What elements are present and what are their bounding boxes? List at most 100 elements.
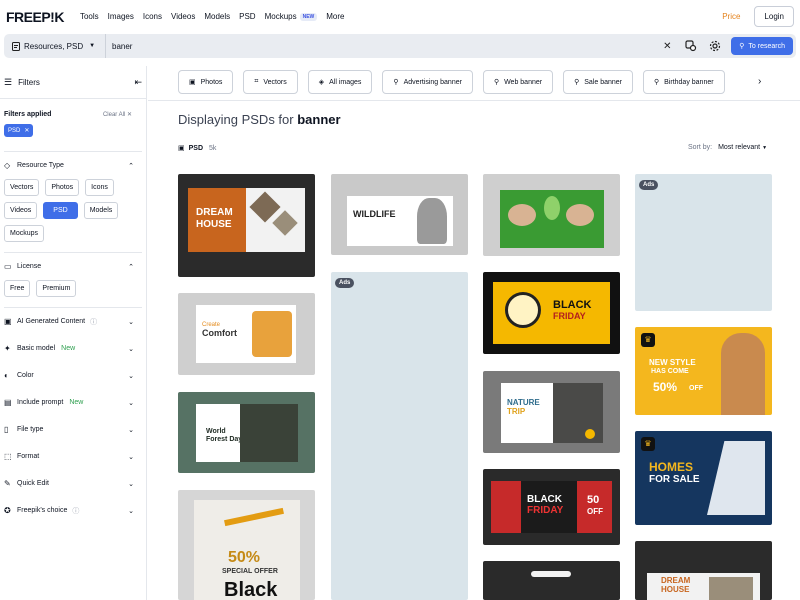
hand-left [508,204,536,226]
login-button[interactable]: Login [754,6,794,27]
research-button[interactable]: ⚲ To research [731,37,793,55]
caret-down-icon: ▼ [762,145,768,151]
option-vectors[interactable]: Vectors [4,179,40,196]
chevron-down-icon: ⌄ [128,399,134,407]
color-section[interactable]: ◐ Color ⌄ [0,362,146,389]
file-type-header[interactable]: ▯ File type ⌄ [4,416,142,443]
freepik-logo[interactable]: FREEP!K [6,9,64,25]
option-photos[interactable]: Photos [45,179,80,196]
option-premium[interactable]: Premium [36,280,77,297]
info-icon[interactable]: ⓘ [72,506,79,516]
include-prompt-section[interactable]: ▤ Include prompt New ⌄ [0,389,146,416]
resource-type-header[interactable]: ◇ Resource Type ⌃ [4,152,142,179]
clear-icon[interactable]: ✕ [659,38,675,54]
filters-title: Filters [18,77,40,87]
settings-icon[interactable] [707,38,723,54]
dream-text: DREAM [661,576,691,585]
result-card-dream-house[interactable]: DREAM HOUSE [178,174,315,277]
nav-mockups[interactable]: Mockups NEW [265,12,318,21]
ai-content-header[interactable]: ▣ AI Generated Content ⓘ ⌄ [4,308,142,335]
sort-label: Sort by: [688,144,713,151]
option-icons[interactable]: Icons [85,179,114,196]
result-card-black-friday-2[interactable]: BLACK FRIDAY 50 OFF [483,469,620,545]
option-videos[interactable]: Videos [4,202,38,219]
option-mockups[interactable]: Mockups [4,225,45,242]
nav-icons[interactable]: Icons [143,12,162,21]
result-card-special-offer[interactable]: 50% SPECIAL OFFER Black [178,490,315,600]
result-card-wildlife[interactable]: WILDLIFE [331,174,468,255]
include-prompt-header[interactable]: ▤ Include prompt New ⌄ [4,389,142,416]
chip-web-banner[interactable]: ⚲ Web banner [482,70,554,94]
clear-all-button[interactable]: Clear All ✕ [103,111,132,118]
format-header[interactable]: ⬚ Format ⌄ [4,443,142,470]
nav-images[interactable]: Images [108,12,134,21]
new-tag: New [69,399,84,406]
fifty-text: 50% [653,380,678,394]
option-psd[interactable]: PSD [43,202,78,219]
result-card-new-style[interactable]: ♛ NEW STYLE HAS COME 50% OFF [635,327,772,415]
freepik-choice-label: Freepik's choice [17,507,68,514]
ai-content-section[interactable]: ▣ AI Generated Content ⓘ ⌄ [0,308,146,335]
visual-search-icon[interactable] [683,38,699,54]
result-card-dream-house-2[interactable]: DREAM HOUSE [635,541,772,600]
result-card-comfort[interactable]: Create Comfort [178,293,315,375]
nav-models[interactable]: Models [204,12,230,21]
filter-icon: ☰ [4,76,13,87]
result-card-homes-for-sale[interactable]: ♛ HOMES FOR SALE [635,431,772,525]
freepik-choice-section[interactable]: ✪ Freepik's choice ⓘ ⌄ [0,497,146,524]
chevron-right-icon[interactable]: › [758,76,761,87]
chip-all-images[interactable]: ◈ All images [307,70,373,94]
format-section[interactable]: ⬚ Format ⌄ [0,443,146,470]
house-text: HOUSE [661,585,690,594]
forest-photo [240,404,298,462]
result-card-live-green[interactable] [483,174,620,256]
sort-dropdown[interactable]: Sort by: Most relevant ▼ [688,144,767,151]
ad-card-placeholder[interactable]: Ads [331,272,468,600]
option-models[interactable]: Models [83,202,119,219]
nav-videos[interactable]: Videos [171,12,195,21]
model-photo [505,292,541,328]
file-icon [12,41,20,51]
option-free[interactable]: Free [4,280,31,297]
woman-photo [721,333,765,415]
nav-psd[interactable]: PSD [239,12,255,21]
house-photo [707,441,765,515]
chip-birthday-banner[interactable]: ⚲ Birthday banner [643,70,725,94]
chip-sale-banner[interactable]: ⚲ Sale banner [563,70,633,94]
ai-content-label: AI Generated Content [17,318,86,325]
chip-vectors[interactable]: ⌗ Vectors [243,70,298,94]
quick-edit-section[interactable]: ✎ Quick Edit ⌄ [0,470,146,497]
black-text: BLACK [553,299,592,311]
nav-tools[interactable]: Tools [80,12,99,21]
price-link[interactable]: Price [722,12,740,21]
applied-filter-chip[interactable]: PSD ✕ [4,124,34,137]
divider [148,100,800,101]
resource-scope-dropdown[interactable]: Resources, PSD ▼ [4,34,106,58]
world-text: World [206,428,226,435]
chip-photos[interactable]: ▣ Photos [178,70,234,94]
color-header[interactable]: ◐ Color ⌄ [4,362,142,389]
search-input[interactable] [106,41,660,51]
collapse-sidebar-icon[interactable]: ⇤ [134,77,142,88]
ad-card-placeholder[interactable]: Ads [635,174,772,311]
chip-advertising-banner[interactable]: ⚲ Advertising banner [382,70,473,94]
basic-model-header[interactable]: ✦ Basic model New ⌄ [4,335,142,362]
result-card-black-friday[interactable]: BLACK FRIDAY [483,272,620,354]
quick-edit-header[interactable]: ✎ Quick Edit ⌄ [4,470,142,497]
chip-label: Sale banner [584,78,622,86]
result-card-nature-trip[interactable]: NATURE TRIP [483,371,620,453]
remove-filter-icon[interactable]: ✕ [24,127,29,134]
nav-more[interactable]: More [326,12,344,21]
file-type-section[interactable]: ▯ File type ⌄ [0,416,146,443]
basic-model-section[interactable]: ✦ Basic model New ⌄ [0,335,146,362]
info-icon[interactable]: ⓘ [90,317,97,327]
license-header[interactable]: ▭ License ⌃ [4,253,142,280]
chevron-down-icon: ⌄ [128,507,134,515]
result-card-dark[interactable] [483,561,620,600]
freepik-choice-header[interactable]: ✪ Freepik's choice ⓘ ⌄ [4,497,142,524]
result-card-forest-day[interactable]: World Forest Day [178,392,315,473]
count-value: 5k [209,144,217,152]
house-text: HOUSE [196,219,232,230]
homes-text: HOMES [649,460,694,474]
search-icon: ⚲ [574,79,580,86]
